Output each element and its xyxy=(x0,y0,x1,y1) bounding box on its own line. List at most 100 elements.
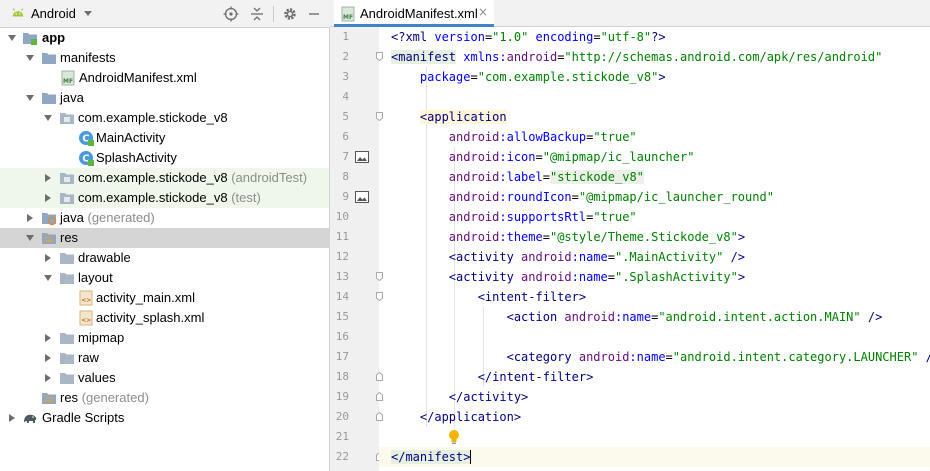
gear-icon[interactable] xyxy=(282,6,298,22)
tab-label: AndroidManifest.xml xyxy=(360,6,478,21)
chevron-right-icon[interactable] xyxy=(45,254,51,262)
tree-item-suffix: (generated) xyxy=(81,390,149,405)
code-line[interactable]: <intent-filter> xyxy=(379,287,930,307)
project-view-selector[interactable]: Android xyxy=(31,6,76,21)
locate-icon[interactable] xyxy=(223,6,239,22)
code-line[interactable] xyxy=(379,327,930,347)
chevron-right-icon[interactable] xyxy=(9,414,15,422)
android-icon xyxy=(12,8,24,17)
tree-item-java[interactable]: java xyxy=(0,88,329,108)
layout-file-icon: <> xyxy=(79,310,93,326)
tree-item-activity-main[interactable]: <> activity_main.xml xyxy=(0,288,329,308)
code-line[interactable]: </activity> xyxy=(379,387,930,407)
chevron-right-icon[interactable] xyxy=(27,214,33,222)
tree-item-package-test[interactable]: com.example.stickode_v8 (test) xyxy=(0,188,329,208)
project-panel-header: Android xyxy=(0,0,330,28)
line-number: 4 xyxy=(342,90,349,103)
gradle-elephant-icon xyxy=(24,414,37,423)
tree-item-label: AndroidManifest.xml xyxy=(79,70,197,85)
tree-item-manifests[interactable]: manifests xyxy=(0,48,329,68)
svg-text:<>: <> xyxy=(81,317,91,324)
tree-item-app[interactable]: app xyxy=(0,28,329,48)
tab-android-manifest[interactable]: MF AndroidManifest.xml × xyxy=(334,0,494,27)
chevron-right-icon[interactable] xyxy=(45,174,51,182)
tree-item-main-activity[interactable]: C MainActivity xyxy=(0,128,329,148)
resource-folder-icon xyxy=(42,233,56,244)
line-number: 13 xyxy=(335,270,349,283)
chevron-down-icon[interactable] xyxy=(26,55,34,61)
code-line[interactable]: <manifest xmlns:android="http://schemas.… xyxy=(379,47,930,67)
chevron-right-icon[interactable] xyxy=(45,194,51,202)
tree-item-label: java (generated) xyxy=(60,210,155,225)
folder-icon xyxy=(60,333,74,344)
tree-item-res[interactable]: res xyxy=(0,228,329,248)
line-number: 6 xyxy=(342,130,349,143)
line-number: 17 xyxy=(335,350,349,363)
code-line[interactable]: <category android:name="android.intent.c… xyxy=(379,347,930,367)
tree-item-gradle-scripts[interactable]: Gradle Scripts xyxy=(0,408,329,428)
chevron-down-icon[interactable] xyxy=(8,35,16,41)
code-line[interactable]: </intent-filter> xyxy=(379,367,930,387)
collapse-all-icon[interactable] xyxy=(249,6,265,22)
folder-icon xyxy=(42,93,56,104)
tree-item-label: app xyxy=(42,30,66,45)
code-line[interactable]: android:icon="@mipmap/ic_launcher" xyxy=(379,147,930,167)
code-line[interactable]: <action android:name="android.intent.act… xyxy=(379,307,930,327)
chevron-down-icon[interactable] xyxy=(44,115,52,121)
tree-item-raw[interactable]: raw xyxy=(0,348,329,368)
class-icon: C xyxy=(79,131,94,146)
tree-item-splash-activity[interactable]: C SplashActivity xyxy=(0,148,329,168)
chevron-right-icon[interactable] xyxy=(45,334,51,342)
tree-item-package[interactable]: com.example.stickode_v8 xyxy=(0,108,329,128)
tree-item-java-generated[interactable]: java (generated) xyxy=(0,208,329,228)
tree-item-label: layout xyxy=(78,270,113,285)
code-line[interactable]: <?xml version="1.0" encoding="utf-8"?> xyxy=(379,27,930,47)
code-line[interactable]: <activity android:name=".SplashActivity"… xyxy=(379,267,930,287)
code-area[interactable]: <?xml version="1.0" encoding="utf-8"?> <… xyxy=(379,27,930,471)
chevron-right-icon[interactable] xyxy=(45,374,51,382)
chevron-down-icon[interactable] xyxy=(44,275,52,281)
tree-item-package-android-test[interactable]: com.example.stickode_v8 (androidTest) xyxy=(0,168,329,188)
code-line[interactable]: android:roundIcon="@mipmap/ic_launcher_r… xyxy=(379,187,930,207)
line-number: 21 xyxy=(335,430,349,443)
code-line-current[interactable]: </manifest> xyxy=(379,447,930,467)
module-folder-icon xyxy=(23,33,37,45)
chevron-right-icon[interactable] xyxy=(45,354,51,362)
line-number: 16 xyxy=(335,330,349,343)
code-line[interactable]: android:theme="@style/Theme.Stickode_v8"… xyxy=(379,227,930,247)
tree-item-layout[interactable]: layout xyxy=(0,268,329,288)
line-number: 2 xyxy=(342,50,349,63)
tree-item-drawable[interactable]: drawable xyxy=(0,248,329,268)
tree-item-values[interactable]: values xyxy=(0,368,329,388)
folder-icon xyxy=(60,273,74,284)
code-line[interactable]: <activity android:name=".MainActivity" /… xyxy=(379,247,930,267)
line-number: 8 xyxy=(342,170,349,183)
folder-icon xyxy=(60,373,74,384)
lightbulb-icon[interactable] xyxy=(447,429,461,445)
code-line[interactable] xyxy=(379,427,930,447)
code-line[interactable]: <application xyxy=(379,107,930,127)
tree-item-label: drawable xyxy=(78,250,131,265)
code-line[interactable]: android:supportsRtl="true" xyxy=(379,207,930,227)
image-preview-icon[interactable] xyxy=(355,151,369,163)
editor-tab-bar: MF AndroidManifest.xml × xyxy=(330,0,930,27)
folder-icon xyxy=(60,353,74,364)
tree-item-label: com.example.stickode_v8 (test) xyxy=(78,190,261,205)
chevron-down-icon[interactable] xyxy=(26,235,34,241)
line-number: 10 xyxy=(335,210,349,223)
tree-item-mipmap[interactable]: mipmap xyxy=(0,328,329,348)
tree-item-activity-splash[interactable]: <> activity_splash.xml xyxy=(0,308,329,328)
image-preview-icon[interactable] xyxy=(355,191,369,203)
code-line[interactable] xyxy=(379,87,930,107)
tree-item-android-manifest[interactable]: MF AndroidManifest.xml xyxy=(0,68,329,88)
minimize-icon[interactable] xyxy=(306,6,322,22)
code-line[interactable]: </application> xyxy=(379,407,930,427)
code-line[interactable]: package="com.example.stickode_v8"> xyxy=(379,67,930,87)
tree-item-res-generated[interactable]: res (generated) xyxy=(0,388,329,408)
code-line[interactable]: android:label="stickode_v8" xyxy=(379,167,930,187)
line-number: 19 xyxy=(335,390,349,403)
chevron-down-icon[interactable] xyxy=(84,11,92,16)
close-icon[interactable]: × xyxy=(478,5,488,19)
chevron-down-icon[interactable] xyxy=(26,95,34,101)
code-line[interactable]: android:allowBackup="true" xyxy=(379,127,930,147)
